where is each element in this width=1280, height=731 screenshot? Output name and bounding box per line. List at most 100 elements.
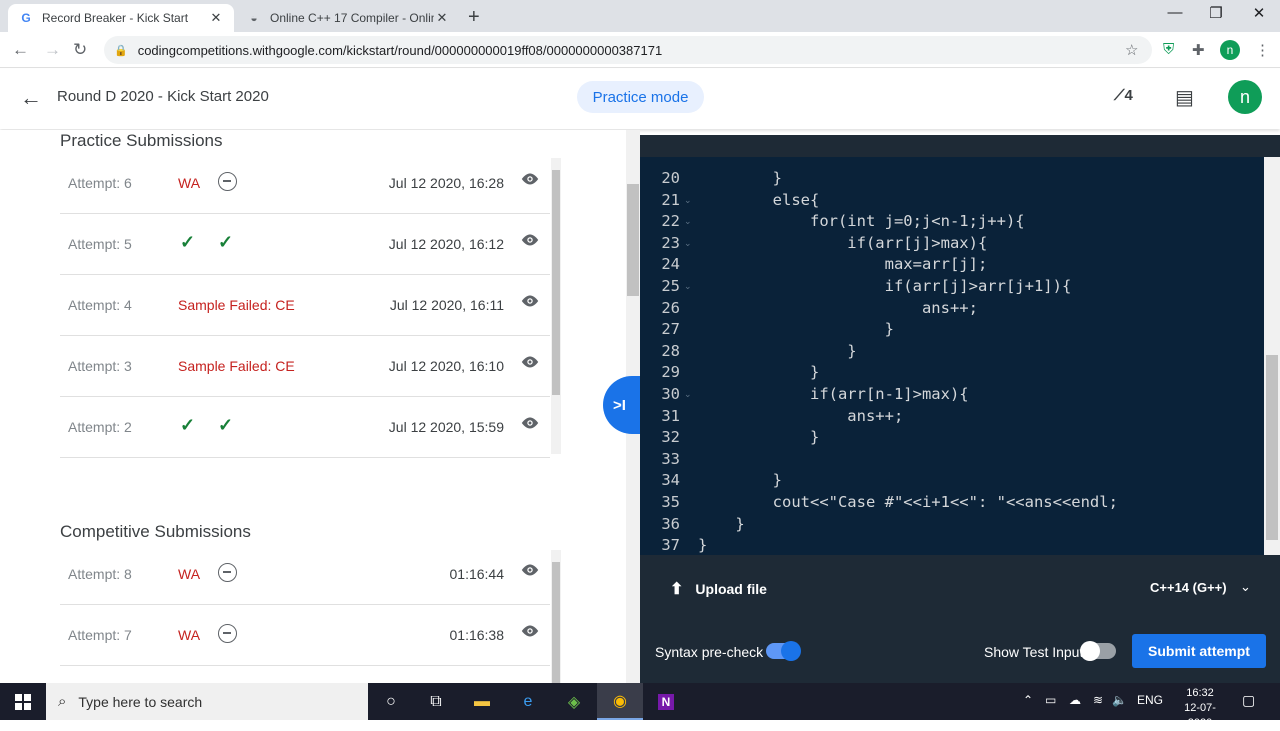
onenote-icon[interactable]: N: [643, 683, 689, 720]
view-eye-icon[interactable]: [520, 233, 540, 247]
taskbar-search[interactable]: ⌕ Type here to search: [46, 683, 368, 720]
app-header: ← Round D 2020 - Kick Start 2020 Practic…: [0, 69, 1280, 129]
fold-chevron-icon[interactable]: ⌄: [684, 195, 692, 206]
upload-file-button[interactable]: ⬆ Upload file: [670, 579, 767, 599]
menu-dots-icon[interactable]: ⋮: [1255, 41, 1270, 59]
code-line[interactable]: if(arr[j]>arr[j+1]){: [698, 277, 1072, 295]
new-tab-plus-icon[interactable]: +: [468, 6, 480, 29]
reload-icon[interactable]: ↻: [73, 40, 87, 60]
maximize-icon[interactable]: ❐: [1193, 4, 1239, 22]
profile-avatar-small[interactable]: n: [1220, 40, 1240, 60]
language-select[interactable]: C++14 (G++): [1150, 580, 1227, 595]
url-text: codingcompetitions.withgoogle.com/kickst…: [137, 42, 663, 58]
task-view-icon[interactable]: ⧉: [413, 683, 459, 720]
fold-chevron-icon[interactable]: ⌄: [684, 389, 692, 400]
scrollbar-thumb[interactable]: [1266, 355, 1278, 540]
address-bar[interactable]: 🔒 codingcompetitions.withgoogle.com/kick…: [104, 36, 1152, 64]
close-window-icon[interactable]: ✕: [1236, 4, 1280, 22]
competitive-list-scrollbar[interactable]: [551, 550, 561, 683]
line-number: 31: [661, 406, 680, 425]
view-eye-icon[interactable]: [520, 624, 540, 638]
chrome-icon[interactable]: ◉: [597, 683, 643, 720]
cloud-icon[interactable]: ☁: [1069, 693, 1081, 707]
clock-time: 16:32: [1186, 687, 1214, 699]
code-line[interactable]: for(int j=0;j<n-1;j++){: [698, 212, 1025, 230]
browser-tab-kickstart[interactable]: G Record Breaker - Kick Start ✕: [8, 4, 234, 32]
code-line[interactable]: }: [698, 169, 782, 187]
profile-avatar[interactable]: n: [1228, 80, 1262, 114]
file-explorer-icon[interactable]: ▬: [459, 683, 505, 720]
code-line[interactable]: else{: [698, 191, 820, 209]
wifi-icon[interactable]: ≋: [1093, 693, 1103, 707]
close-tab-icon[interactable]: ✕: [208, 10, 224, 26]
line-number: 25: [661, 277, 680, 295]
fold-chevron-icon[interactable]: ⌄: [684, 216, 692, 227]
practice-mode-chip[interactable]: Practice mode: [577, 81, 704, 113]
line-number: 27: [661, 320, 680, 339]
minimize-icon[interactable]: —: [1152, 4, 1198, 21]
browser-tab-compiler[interactable]: ◒ Online C++ 17 Compiler - Onlin ✕: [236, 4, 460, 32]
code-line[interactable]: }: [698, 428, 819, 446]
bookmark-star-icon[interactable]: ☆: [1125, 41, 1138, 59]
scrollbar-thumb[interactable]: [552, 562, 560, 683]
extensions-puzzle-icon[interactable]: ✚: [1192, 41, 1205, 59]
show-hidden-icons-chevron[interactable]: ⌃: [1023, 693, 1033, 707]
code-editor[interactable]: 20 21 ⌄ 22 ⌄ 23 ⌄ 24 25 ⌄ 26 27 28 29 30 ⌄ 31 32 33 34 35 36 3…: [640, 135, 1280, 555]
windows-start-icon[interactable]: [0, 683, 46, 720]
code-line[interactable]: }: [698, 363, 819, 381]
code-line[interactable]: }: [698, 471, 782, 489]
chevron-down-icon[interactable]: ⌄: [1240, 579, 1251, 595]
submit-attempt-button[interactable]: Submit attempt: [1132, 634, 1266, 668]
trend-indicator[interactable]: ⟋4: [1114, 87, 1133, 104]
attempt-label: Attempt: 4: [68, 297, 132, 313]
back-arrow-icon[interactable]: ←: [20, 85, 42, 111]
language-indicator[interactable]: ENG: [1137, 693, 1163, 707]
forward-icon[interactable]: →: [44, 40, 61, 60]
site-favicon-icon: ◒: [250, 11, 258, 25]
scrollbar-thumb[interactable]: [552, 170, 560, 395]
practice-list-scrollbar[interactable]: [551, 158, 561, 454]
submissions-panel: Practice Submissions Attempt: 6 WA Jul 1…: [0, 130, 640, 683]
fold-chevron-icon[interactable]: ⌄: [684, 238, 692, 249]
trending-icon: ⟋: [1114, 87, 1125, 104]
code-line[interactable]: if(arr[n-1]>max){: [698, 385, 969, 403]
scrollbar-thumb[interactable]: [627, 184, 639, 296]
view-eye-icon[interactable]: [520, 294, 540, 308]
code-line[interactable]: }: [698, 342, 856, 360]
attempt-label: Attempt: 3: [68, 358, 132, 374]
code-line[interactable]: ans++;: [698, 407, 903, 425]
code-line[interactable]: cout<<"Case #"<<i+1<<": "<<ans<<endl;: [698, 493, 1118, 511]
submission-time: 01:16:44: [449, 566, 505, 582]
search-icon: ⌕: [58, 693, 67, 710]
line-number: 35: [661, 493, 680, 511]
code-line[interactable]: if(arr[j]>max){: [698, 234, 987, 252]
toggle-knob: [781, 641, 801, 661]
google-g-icon: G: [21, 11, 31, 25]
upload-icon: ⬆: [670, 581, 684, 598]
code-line[interactable]: }: [698, 536, 707, 554]
notifications-icon[interactable]: ▢: [1242, 692, 1255, 709]
view-eye-icon[interactable]: [520, 355, 540, 369]
cortana-icon[interactable]: ○: [368, 683, 414, 720]
volume-icon[interactable]: 🔈: [1112, 693, 1127, 707]
syntax-precheck-toggle[interactable]: [766, 641, 801, 661]
back-icon[interactable]: ←: [12, 40, 29, 60]
close-tab-icon[interactable]: ✕: [434, 10, 450, 26]
show-test-input-toggle[interactable]: [1080, 641, 1116, 661]
page-title: Round D 2020 - Kick Start 2020: [57, 88, 269, 105]
view-eye-icon[interactable]: [520, 563, 540, 577]
chat-icon[interactable]: ▤: [1175, 85, 1194, 110]
taskbar-clock[interactable]: 16:32 12-07-2020: [1172, 686, 1228, 731]
edge-icon[interactable]: e: [505, 683, 551, 720]
battery-icon[interactable]: ▭: [1045, 693, 1056, 707]
view-eye-icon[interactable]: [520, 416, 540, 430]
view-eye-icon[interactable]: [520, 172, 540, 186]
app-green-icon[interactable]: ◈: [551, 683, 597, 720]
editor-scrollbar[interactable]: [1264, 157, 1280, 555]
extension-shield-icon[interactable]: ⛨: [1163, 41, 1174, 58]
fold-chevron-icon[interactable]: ⌄: [684, 281, 692, 292]
code-line[interactable]: }: [698, 515, 744, 533]
code-line[interactable]: max=arr[j];: [698, 255, 988, 273]
code-line[interactable]: }: [698, 320, 894, 338]
code-line[interactable]: ans++;: [698, 299, 978, 317]
